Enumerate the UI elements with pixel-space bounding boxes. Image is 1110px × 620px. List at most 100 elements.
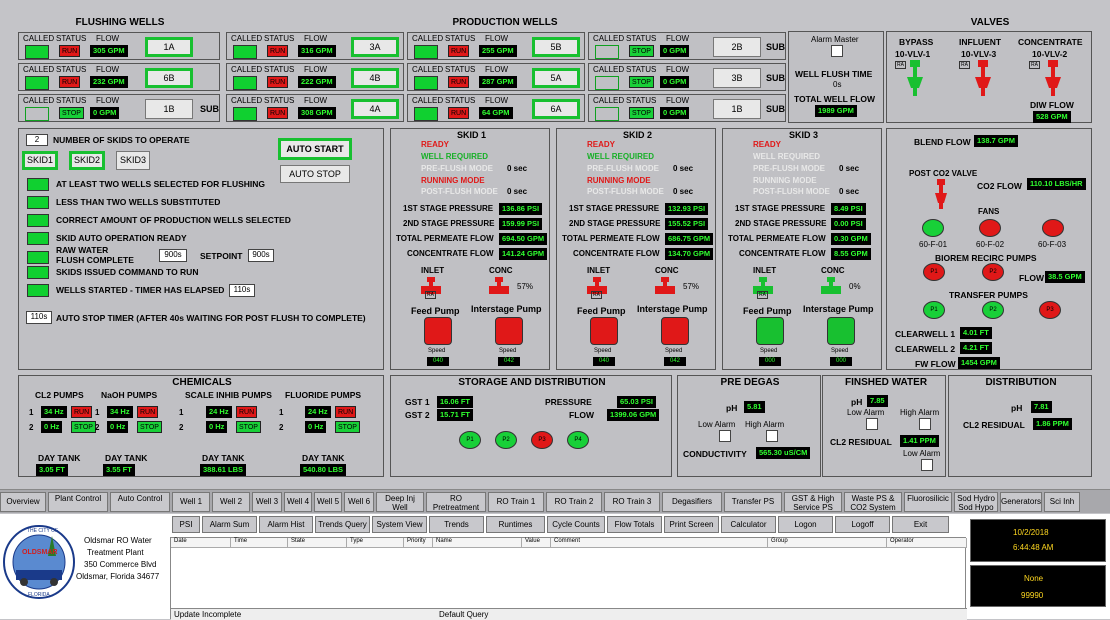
tool-logon-button[interactable]: Logon [778,516,833,533]
tab-well-3[interactable]: Well 3 [252,492,282,512]
tab-well-4[interactable]: Well 4 [284,492,312,512]
storage-pump-1-icon[interactable]: P1 [459,431,481,449]
fan-3-icon[interactable] [1042,219,1064,237]
tab-well-1[interactable]: Well 1 [172,492,210,512]
pump-number: 1 [29,408,34,417]
tab-degasifiers[interactable]: Degasifiers [662,492,722,512]
conc-valve-icon[interactable] [489,277,509,297]
storage-pump-4-icon[interactable]: P4 [567,431,589,449]
tool-trends-query-button[interactable]: Trends Query [315,516,370,533]
transfer-pump-2-icon[interactable]: P2 [982,301,1004,319]
pump-number: 2 [179,423,184,432]
well-button[interactable]: 2B [713,37,761,57]
transfer-pump-3-icon[interactable]: P3 [1039,301,1061,319]
influent-valve-icon[interactable] [975,60,991,96]
skid2-button[interactable]: SKID2 [69,151,105,170]
ra-badge: RA [895,61,906,69]
feed-pump-icon[interactable] [424,317,452,345]
tab-sci-inh[interactable]: Sci Inh [1044,492,1080,512]
well-button[interactable]: 6B [145,68,193,88]
alarm-column-header[interactable]: Priority [404,538,433,548]
well-button[interactable]: 4B [351,68,399,88]
tool-flow-totals-button[interactable]: Flow Totals [607,516,662,533]
day-tank-label: DAY TANK [202,453,245,463]
alarm-column-header[interactable]: Operator [887,538,967,548]
alarm-column-header[interactable]: Type [347,538,404,548]
alarm-column-header[interactable]: Time [231,538,288,548]
tool-cycle-counts-button[interactable]: Cycle Counts [547,516,605,533]
tab-generators[interactable]: Generators [1000,492,1042,512]
tool-alarm-hist-button[interactable]: Alarm Hist [259,516,313,533]
tool-print-screen-button[interactable]: Print Screen [664,516,719,533]
setpoint-input[interactable]: 900s [248,249,274,262]
tab-ro-pretreatment[interactable]: RO Pretreatment [426,492,486,512]
interstage-pump-icon[interactable] [495,317,523,345]
auto-stop-button[interactable]: AUTO STOP [280,165,350,183]
well-button[interactable]: 1B [145,99,193,119]
alarm-table[interactable]: Update Incomplete Default Query Date Time… [170,537,967,620]
concentrate-valve-icon[interactable] [1045,60,1061,96]
well-button[interactable]: 3A [351,37,399,57]
tab-sod-hydro-sod-hypo[interactable]: Sod Hydro Sod Hypo [954,492,998,512]
tab-overview[interactable]: Overview [0,492,46,512]
well-button[interactable]: 3B [713,68,761,88]
storage-pump-2-icon[interactable]: P2 [495,431,517,449]
tab-deep-inj-well[interactable]: Deep Inj Well [376,492,424,512]
tool-calculator-button[interactable]: Calculator [721,516,776,533]
skid3-button[interactable]: SKID3 [116,151,150,170]
tool-trends-button[interactable]: Trends [429,516,484,533]
tab-auto-control[interactable]: Auto Control [110,492,170,512]
co2-valve-icon[interactable] [935,179,947,209]
tool-logoff-button[interactable]: Logoff [835,516,890,533]
well-button[interactable]: 1A [145,37,193,57]
interstage-pump-icon[interactable] [661,317,689,345]
skid1-button[interactable]: SKID1 [22,151,58,170]
tab-well-2[interactable]: Well 2 [212,492,250,512]
alarm-column-header[interactable]: Group [768,538,887,548]
conc-valve-icon[interactable] [821,277,841,297]
tool-psi-button[interactable]: PSI [172,516,200,533]
skid-panel: SKID 2 READY WELL REQUIRED PRE-FLUSH MODE 0 … [556,128,716,370]
feed-pump-icon[interactable] [756,317,784,345]
tab-transfer-ps[interactable]: Transfer PS [724,492,782,512]
skid-count-input[interactable]: 2 [26,134,48,146]
tab-well-5[interactable]: Well 5 [314,492,342,512]
biorem-pump-2-icon[interactable]: P2 [982,263,1004,281]
alarm-column-header[interactable]: Value [522,538,551,548]
feed-pump-icon[interactable] [590,317,618,345]
feed-pump-speed: 040 [427,357,449,366]
well-button[interactable]: 5A [532,68,580,88]
conc-valve-icon[interactable] [655,277,675,297]
well-button[interactable]: 6A [532,99,580,119]
pre-flush-time: 0 sec [839,164,860,173]
tab-ro-train-1[interactable]: RO Train 1 [488,492,544,512]
alarm-master-checkbox[interactable] [831,45,843,57]
tab-well-6[interactable]: Well 6 [344,492,374,512]
tool-system-view-button[interactable]: System View [372,516,427,533]
well-button[interactable]: 5B [532,37,580,57]
tab-plant-control[interactable]: Plant Control [48,492,108,512]
storage-pump-3-icon[interactable]: P3 [531,431,553,449]
alarm-column-header[interactable]: State [288,538,347,548]
tab-waste-ps-co2-system[interactable]: Waste PS & CO2 System [844,492,902,512]
alarm-column-header[interactable]: Name [433,538,522,548]
well-button[interactable]: 4A [351,99,399,119]
tab-fluorosilicic[interactable]: Fluorosilicic [904,492,952,512]
tab-ro-train-2[interactable]: RO Train 2 [546,492,602,512]
tool-exit-button[interactable]: Exit [892,516,949,533]
auto-start-button[interactable]: AUTO START [278,138,352,160]
interstage-pump-icon[interactable] [827,317,855,345]
tool-alarm-sum-button[interactable]: Alarm Sum [202,516,257,533]
bypass-valve-icon[interactable] [907,60,923,96]
fan-1-icon[interactable] [922,219,944,237]
tool-runtimes-button[interactable]: Runtimes [486,516,545,533]
alarm-column-header[interactable]: Date [171,538,231,548]
tab-gst-high-service-ps[interactable]: GST & High Service PS [784,492,842,512]
fan-2-icon[interactable] [979,219,1001,237]
biorem-pump-1-icon[interactable]: P1 [923,263,945,281]
tab-ro-train-3[interactable]: RO Train 3 [604,492,660,512]
transfer-pump-1-icon[interactable]: P1 [923,301,945,319]
alarm-column-header[interactable]: Comment [551,538,768,548]
speed-label: Speed [760,348,778,354]
well-button[interactable]: 1B [713,99,761,119]
